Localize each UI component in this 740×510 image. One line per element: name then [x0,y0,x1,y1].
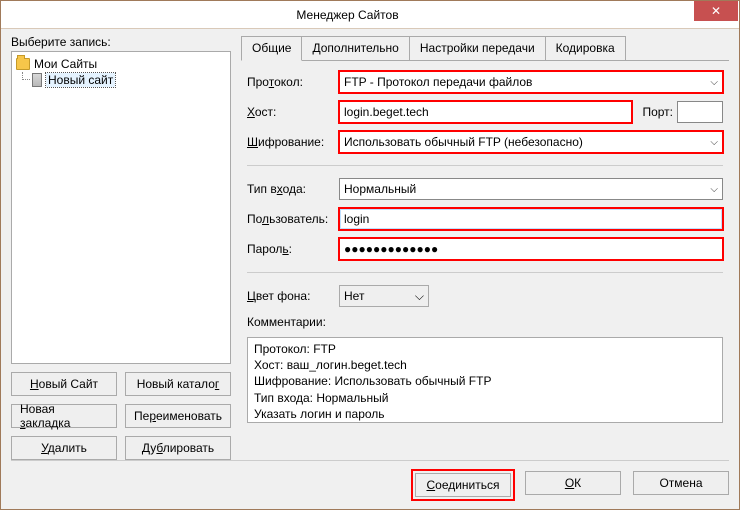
tab-general[interactable]: Общие [241,36,302,61]
site-manager-window: Менеджер Сайтов ✕ Выберите запись: Мои С… [0,0,740,510]
password-label: Пароль: [247,242,335,256]
protocol-select[interactable]: FTP - Протокол передачи файлов ⌵ [339,71,723,93]
tabs: Общие Дополнительно Настройки передачи К… [241,35,729,61]
divider [247,165,723,166]
logon-type-value: Нормальный [344,182,416,196]
titlebar: Менеджер Сайтов ✕ [1,1,739,29]
comments-line: Шифрование: Использовать обычный FTP [254,373,716,389]
encryption-value: Использовать обычный FTP (небезопасно) [344,135,583,149]
host-input[interactable]: login.beget.tech [339,101,632,123]
cancel-button[interactable]: Отмена [633,471,729,495]
comments-line: Протокол: FTP [254,341,716,357]
server-icon [32,73,42,87]
close-icon: ✕ [711,4,721,18]
close-button[interactable]: ✕ [694,1,738,21]
connect-highlight: Соединиться [413,471,513,499]
dialog-body: Выберите запись: Мои Сайты Новый сайт Но… [1,29,739,509]
host-row: Хост: login.beget.tech Порт: [247,101,723,123]
right-column: Общие Дополнительно Настройки передачи К… [241,35,729,460]
sites-tree[interactable]: Мои Сайты Новый сайт [11,51,231,364]
tab-body-general: Протокол: FTP - Протокол передачи файлов… [241,61,729,460]
comments-line: Указать логин и пароль [254,406,716,422]
bgcolor-label: Цвет фона: [247,289,335,303]
folder-icon [16,58,30,70]
protocol-row: Протокол: FTP - Протокол передачи файлов… [247,71,723,93]
chevron-down-icon: ⌵ [415,289,424,304]
connect-button[interactable]: Соединиться [415,473,511,497]
port-input[interactable] [677,101,723,123]
user-row: Пользователь: login [247,208,723,230]
left-column: Выберите запись: Мои Сайты Новый сайт Но… [11,35,231,460]
divider [247,272,723,273]
protocol-value: FTP - Протокол передачи файлов [344,75,532,89]
user-label: Пользователь: [247,212,335,226]
left-buttons: Новый Сайт Новый каталог Новая закладка … [11,372,231,460]
user-value: login [344,212,369,226]
tree-item-label: Новый сайт [46,73,115,87]
bgcolor-row: Цвет фона: Нет ⌵ [247,285,723,307]
encryption-select[interactable]: Использовать обычный FTP (небезопасно) ⌵ [339,131,723,153]
password-input[interactable]: ●●●●●●●●●●●●● [339,238,723,260]
tree-item-new-site[interactable]: Новый сайт [14,72,228,88]
bgcolor-value: Нет [344,289,364,303]
logon-type-select[interactable]: Нормальный ⌵ [339,178,723,200]
chevron-down-icon: ⌵ [710,184,718,195]
duplicate-button[interactable]: Дублировать [125,436,231,460]
tab-transfer[interactable]: Настройки передачи [410,36,546,61]
delete-button[interactable]: Удалить [11,436,117,460]
new-site-button[interactable]: Новый Сайт [11,372,117,396]
user-input[interactable]: login [339,208,723,230]
encryption-label: Шифрование: [247,135,335,149]
new-bookmark-button[interactable]: Новая закладка [11,404,117,428]
tree-root-label: Мои Сайты [34,57,97,71]
port-label: Порт: [642,105,673,119]
tab-charset[interactable]: Кодировка [546,36,626,61]
chevron-down-icon: ⌵ [710,77,718,88]
host-label: Хост: [247,105,335,119]
tab-advanced[interactable]: Дополнительно [302,36,409,61]
encryption-row: Шифрование: Использовать обычный FTP (не… [247,131,723,153]
main-row: Выберите запись: Мои Сайты Новый сайт Но… [11,35,729,460]
tree-connector [22,72,30,80]
rename-button[interactable]: Переименовать [125,404,231,428]
select-entry-label: Выберите запись: [11,35,231,49]
chevron-down-icon: ⌵ [710,137,718,148]
dialog-footer: Соединиться ОК Отмена [11,460,729,499]
comments-line: Хост: ваш_логин.beget.tech [254,357,716,373]
bgcolor-select[interactable]: Нет ⌵ [339,285,429,307]
comments-label: Комментарии: [247,315,723,329]
password-row: Пароль: ●●●●●●●●●●●●● [247,238,723,260]
protocol-label: Протокол: [247,75,335,89]
ok-button[interactable]: ОК [525,471,621,495]
comments-textarea[interactable]: Протокол: FTP Хост: ваш_логин.beget.tech… [247,337,723,423]
window-title: Менеджер Сайтов [1,8,694,22]
host-value: login.beget.tech [344,105,429,119]
logon-type-label: Тип входа: [247,182,335,196]
comments-line: Тип входа: Нормальный [254,390,716,406]
password-value: ●●●●●●●●●●●●● [344,242,438,256]
tree-root[interactable]: Мои Сайты [14,56,228,72]
logon-type-row: Тип входа: Нормальный ⌵ [247,178,723,200]
new-folder-button[interactable]: Новый каталог [125,372,231,396]
